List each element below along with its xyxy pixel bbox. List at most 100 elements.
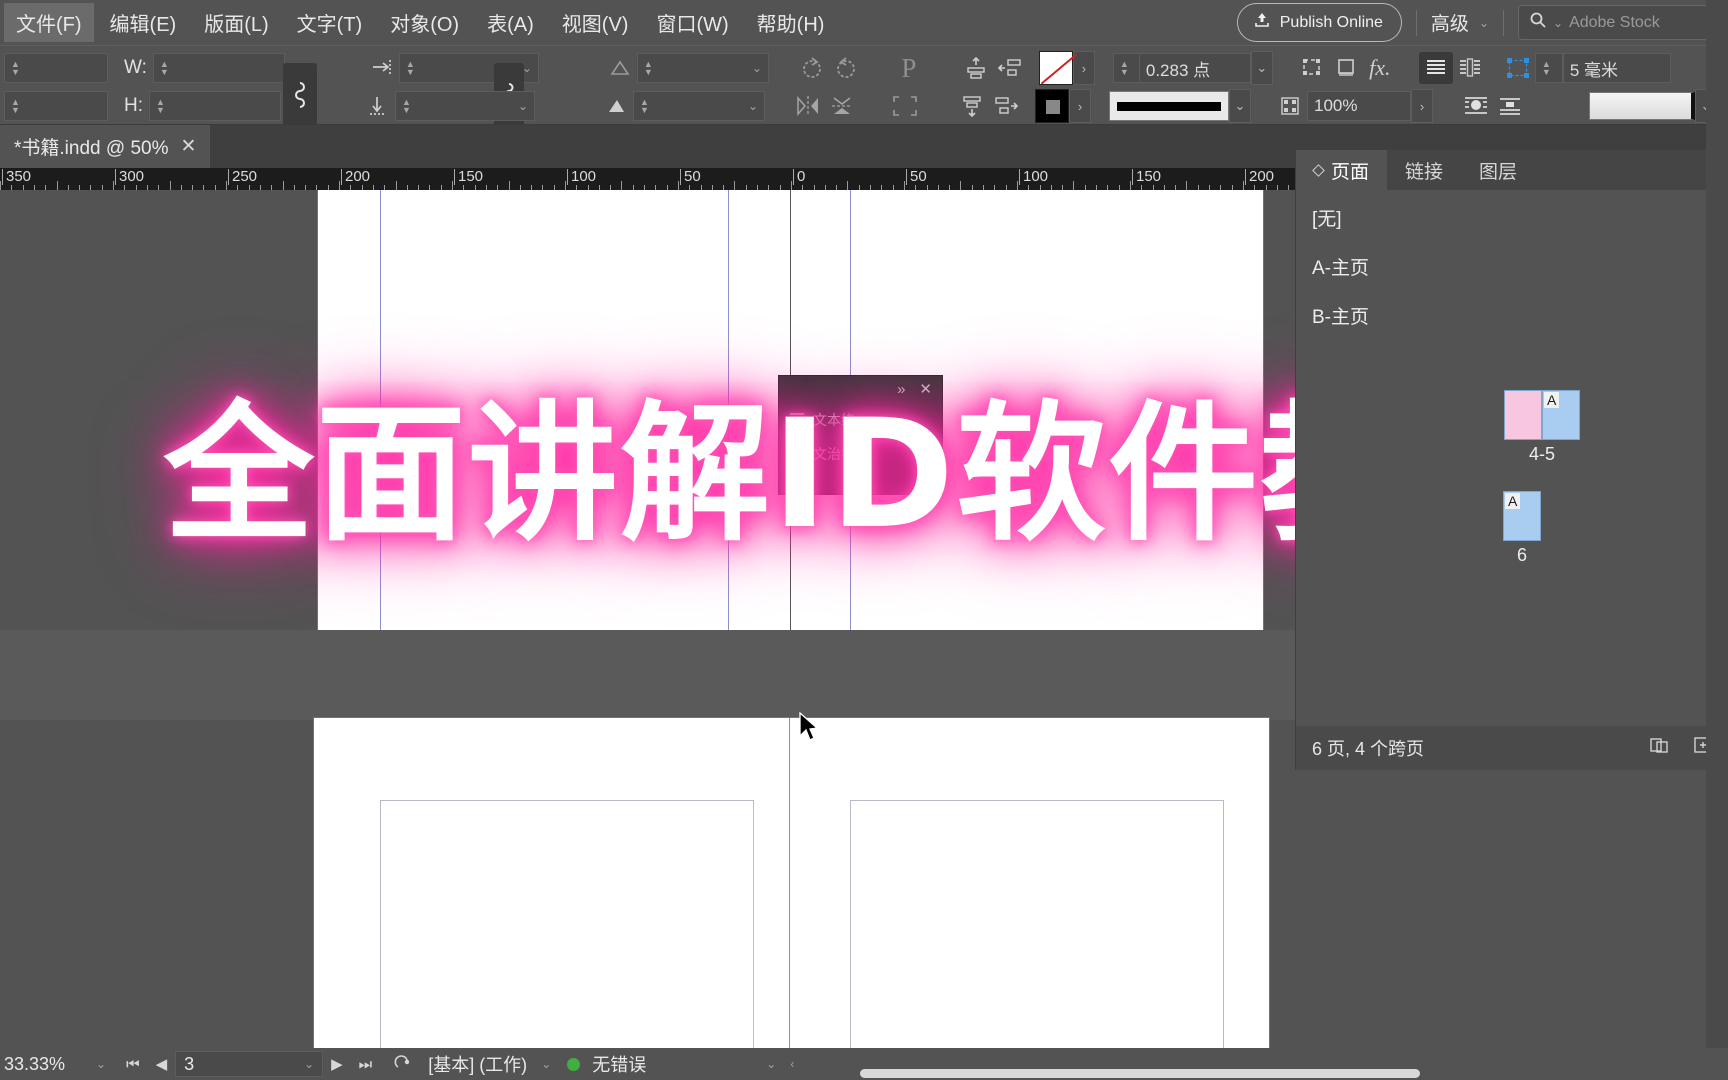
tab-layers[interactable]: 图层 (1461, 150, 1535, 190)
flip-horizontal-icon[interactable] (791, 90, 825, 122)
workspace-switcher[interactable]: 高级 ⌄ (1431, 9, 1489, 36)
menu-table[interactable]: 表(A) (475, 3, 546, 42)
stepper-icon[interactable]: ▲ ▼ (640, 98, 649, 115)
vertical-scale-icon[interactable] (361, 90, 395, 122)
chevron-down-icon[interactable]: ⌄ (96, 1057, 118, 1071)
gradient-preview[interactable] (1589, 92, 1695, 120)
rotate-ccw-icon[interactable] (829, 52, 863, 84)
horizontal-ruler[interactable]: 350 300 250 200 150 100 50 0 50 100 150 200 (0, 168, 1441, 190)
menu-type[interactable]: 文字(T) (285, 3, 375, 42)
close-icon[interactable]: ✕ (180, 135, 196, 158)
horizontal-scale-icon[interactable] (365, 52, 399, 84)
vertical-scale-field[interactable]: ▲ ▼ ⌄ (395, 91, 535, 121)
master-item-a[interactable]: A-主页 (1312, 253, 1712, 280)
publish-online-button[interactable]: Publish Online (1236, 3, 1402, 42)
menu-window[interactable]: 窗口(W) (644, 3, 740, 42)
stroke-style-dropdown[interactable]: ⌄ (1229, 89, 1251, 123)
horizontal-scrollbar[interactable] (860, 1069, 1420, 1078)
x-field[interactable]: ▲ ▼ (4, 53, 108, 83)
tab-links[interactable]: 链接 (1387, 150, 1461, 190)
menu-view[interactable]: 视图(V) (550, 3, 641, 42)
opacity-dropdown[interactable]: › (1411, 89, 1433, 123)
stroke-color-dropdown[interactable]: › (1072, 51, 1095, 85)
align-top-edges-icon[interactable] (959, 52, 993, 84)
adobe-stock-search[interactable]: ⌄ Adobe Stock (1518, 5, 1718, 40)
corner-options-icon[interactable] (877, 90, 933, 122)
gap-stepper[interactable]: ▲ ▼ (1534, 53, 1563, 83)
text-wrap-jump-object-icon[interactable] (1493, 90, 1527, 122)
shear-icon[interactable] (603, 52, 637, 84)
stroke-weight-stepper[interactable]: ▲ ▼ (1112, 53, 1139, 83)
page-thumbnail[interactable]: A (1503, 491, 1541, 541)
rotate-cw-icon[interactable] (795, 52, 829, 84)
menu-layout[interactable]: 版面(L) (192, 3, 280, 42)
zoom-level-value[interactable]: 33.33% (4, 1054, 96, 1075)
first-page-button[interactable]: ⏮ (118, 1056, 148, 1073)
align-left-edges-icon[interactable] (993, 52, 1027, 84)
previous-page-button[interactable]: ◀ (148, 1055, 176, 1073)
chevron-left-icon[interactable]: ‹ (776, 1057, 794, 1071)
page-number-field[interactable]: 3 ⌄ (175, 1051, 324, 1077)
stroke-style-preview[interactable] (1109, 91, 1229, 121)
effects-fx-icon[interactable]: fx. (1363, 52, 1397, 84)
text-wrap-object-shape-icon[interactable] (1459, 90, 1493, 122)
last-page-button[interactable]: ⏭ (351, 1056, 381, 1073)
width-field[interactable]: ▲ ▼ (152, 53, 285, 83)
text-wrap-none-icon[interactable] (1418, 52, 1453, 84)
stepper-icon[interactable]: ▲ ▼ (160, 60, 169, 77)
text-frame-p-icon[interactable]: P (881, 52, 937, 84)
menu-help[interactable]: 帮助(H) (745, 3, 837, 42)
stepper-icon[interactable]: ▲ ▼ (11, 98, 20, 115)
flip-vertical-icon[interactable] (825, 90, 859, 122)
menu-file[interactable]: 文件(F) (4, 3, 94, 42)
right-dock-strip[interactable] (1706, 0, 1728, 1080)
stepper-icon[interactable]: ▲ ▼ (1120, 60, 1129, 77)
new-master-icon[interactable] (1649, 736, 1671, 760)
master-item-none[interactable]: [无] (1312, 204, 1712, 231)
panel-menu-icon[interactable] (1312, 163, 1325, 177)
master-item-b[interactable]: B-主页 (1312, 302, 1712, 329)
page-thumbnail[interactable] (1504, 390, 1542, 440)
page-thumbnail-spread-45[interactable]: A 4-5 (1442, 390, 1642, 465)
opacity-icon[interactable] (1273, 90, 1307, 122)
align-bottom-edges-icon[interactable] (955, 90, 989, 122)
gap-field[interactable]: 5 毫米 (1562, 53, 1671, 83)
stepper-icon[interactable]: ▲ ▼ (156, 98, 165, 115)
text-frame-right[interactable] (850, 800, 1224, 1050)
preflight-profile-label[interactable]: [基本] (工作) (428, 1051, 541, 1077)
stepper-icon[interactable]: ▲ ▼ (406, 60, 415, 77)
fit-frame-to-content-icon[interactable] (1295, 52, 1329, 84)
stepper-icon[interactable]: ▲ ▼ (11, 60, 20, 77)
stepper-icon[interactable]: ▲ ▼ (644, 60, 653, 77)
spread-bottom[interactable] (313, 717, 1270, 1055)
stepper-icon[interactable]: ▲ ▼ (402, 98, 411, 115)
menu-object[interactable]: 对象(O) (378, 3, 471, 42)
y-field[interactable]: ▲ ▼ (4, 91, 108, 121)
chevron-down-icon[interactable]: ⌄ (541, 1057, 567, 1071)
next-page-button[interactable]: ▶ (323, 1055, 351, 1073)
document-canvas[interactable]: » ✕ 文本绕 文治框 (0, 190, 1441, 1055)
document-tab[interactable]: *书籍.indd @ 50% ✕ (0, 125, 211, 168)
height-field[interactable]: ▲ ▼ (149, 91, 281, 121)
fill-swatch-small-icon[interactable] (599, 90, 633, 122)
opacity-field[interactable]: 100% (1307, 91, 1411, 121)
stepper-icon[interactable]: ▲ ▼ (1542, 60, 1551, 77)
rotation-field[interactable]: ▲ ▼ ⌄ (633, 91, 765, 121)
fill-color-dropdown[interactable]: › (1069, 89, 1091, 123)
stroke-weight-dropdown[interactable]: ⌄ (1250, 51, 1273, 85)
preflight-icon[interactable] (380, 1053, 428, 1075)
chevron-down-icon[interactable]: ⌄ (646, 1057, 776, 1071)
stroke-weight-field[interactable]: 0.283 点 (1138, 53, 1251, 83)
frame-fitting-icon[interactable] (1329, 52, 1363, 84)
select-content-icon[interactable] (1501, 52, 1535, 84)
tab-pages[interactable]: 页面 (1296, 150, 1388, 190)
menu-edit[interactable]: 编辑(E) (98, 3, 189, 42)
page-thumbnail-spread-6[interactable]: A 6 (1442, 491, 1642, 566)
page-thumbnail[interactable]: A (1542, 390, 1580, 440)
text-wrap-bounding-box-icon[interactable] (1453, 52, 1487, 84)
fill-color-swatch[interactable] (1035, 89, 1069, 123)
stroke-color-swatch[interactable] (1038, 51, 1073, 85)
align-right-edges-icon[interactable] (989, 90, 1023, 122)
chevron-down-icon[interactable]: ⌄ (304, 1057, 314, 1071)
text-frame-left[interactable] (380, 800, 754, 1050)
